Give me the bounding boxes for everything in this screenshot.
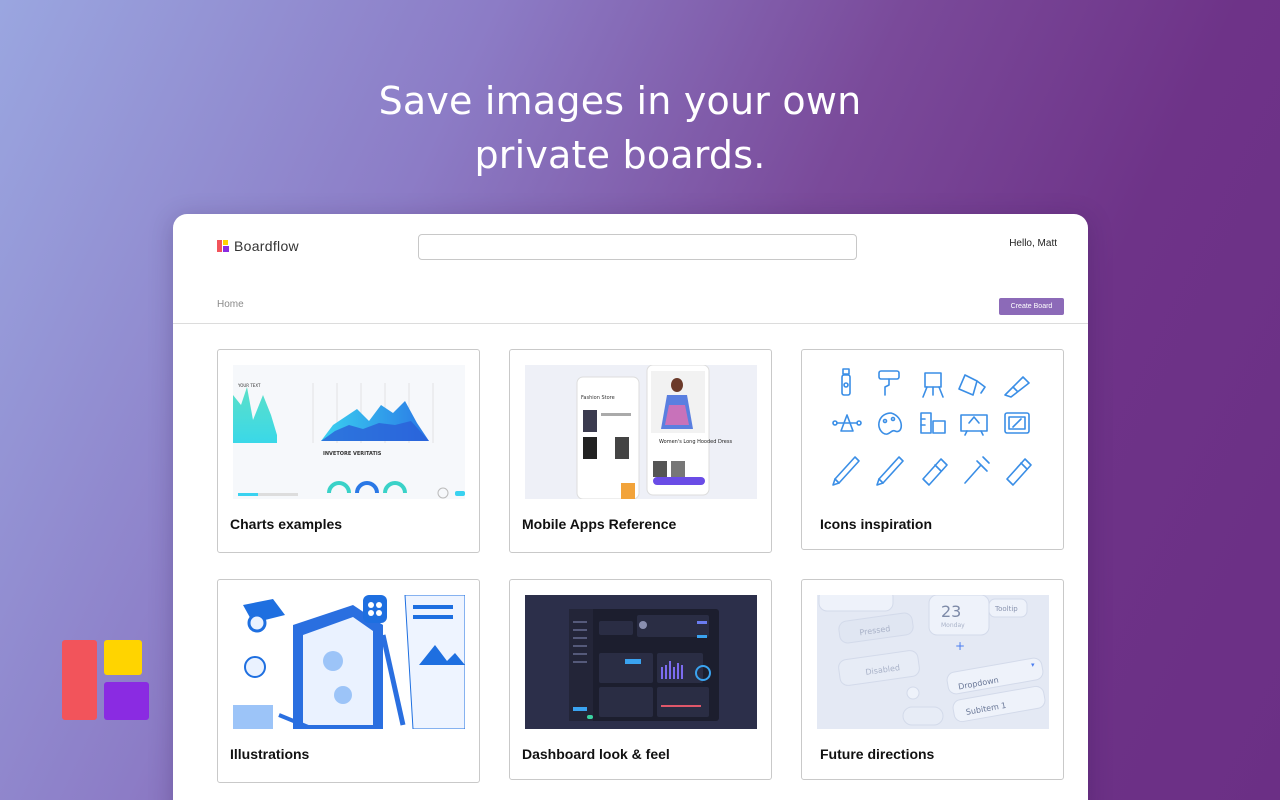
board-title: Mobile Apps Reference (522, 516, 677, 532)
tooltip-label: Tooltip (994, 605, 1018, 613)
headline-line-1: Save images in your own (378, 79, 862, 123)
user-greeting[interactable]: Hello, Matt (1009, 238, 1057, 249)
icons-grid-thumbnail (817, 365, 1049, 499)
board-title: Icons inspiration (820, 516, 933, 532)
boardflow-logo-large (62, 640, 150, 722)
header-divider (173, 323, 1088, 324)
date-number: 23 (941, 602, 961, 621)
isometric-illustration-thumbnail (233, 595, 465, 729)
mobile-store-title: Fashion Store (581, 395, 615, 401)
svg-text:▾: ▾ (1031, 661, 1035, 669)
board-title: Illustrations (230, 746, 310, 762)
board-card-charts[interactable]: YOUR TEXT INVETORE VERITATIS Charts exam… (217, 349, 480, 553)
chart-thumbnail: YOUR TEXT INVETORE VERITATIS (233, 365, 465, 499)
board-card-dashboard[interactable]: Dashboard look & feel (509, 579, 772, 780)
mobile-product-title: Women's Long Hooded Dress (659, 439, 732, 445)
board-title: Future directions (820, 746, 935, 762)
logo-purple-block (104, 682, 149, 720)
board-card-illustrations[interactable]: Illustrations (217, 579, 480, 783)
board-title: Charts examples (230, 516, 343, 532)
board-card-future-directions[interactable]: Pressed Disabled 23 Monday + Tooltip Dro… (801, 579, 1064, 780)
breadcrumb-home[interactable]: Home (217, 299, 244, 310)
brand-name: Boardflow (234, 238, 299, 254)
dark-dashboard-thumbnail (525, 595, 757, 729)
board-card-icons[interactable]: Icons inspiration (801, 349, 1064, 550)
logo-yellow-block (104, 640, 142, 675)
boardflow-logo-icon (217, 240, 229, 252)
neumorphic-ui-thumbnail: Pressed Disabled 23 Monday + Tooltip Dro… (817, 595, 1049, 729)
svg-text:YOUR TEXT: YOUR TEXT (237, 383, 261, 388)
app-window: Boardflow Hello, Matt Home Create Board … (173, 214, 1088, 800)
create-board-button[interactable]: Create Board (999, 298, 1064, 315)
headline-line-2: private boards. (474, 133, 766, 177)
svg-text:+: + (955, 639, 965, 653)
chart-caption: INVETORE VERITATIS (323, 451, 382, 457)
logo-red-block (62, 640, 97, 720)
brand[interactable]: Boardflow (217, 238, 299, 254)
board-card-mobile-apps[interactable]: Fashion Store Women's Long Hooded Dress … (509, 349, 772, 553)
hero-headline: Save images in your own private boards. (0, 74, 1240, 182)
date-day: Monday (941, 622, 965, 629)
search-input[interactable] (418, 234, 857, 260)
board-title: Dashboard look & feel (522, 746, 670, 762)
mobile-app-thumbnail: Fashion Store Women's Long Hooded Dress (525, 365, 757, 499)
